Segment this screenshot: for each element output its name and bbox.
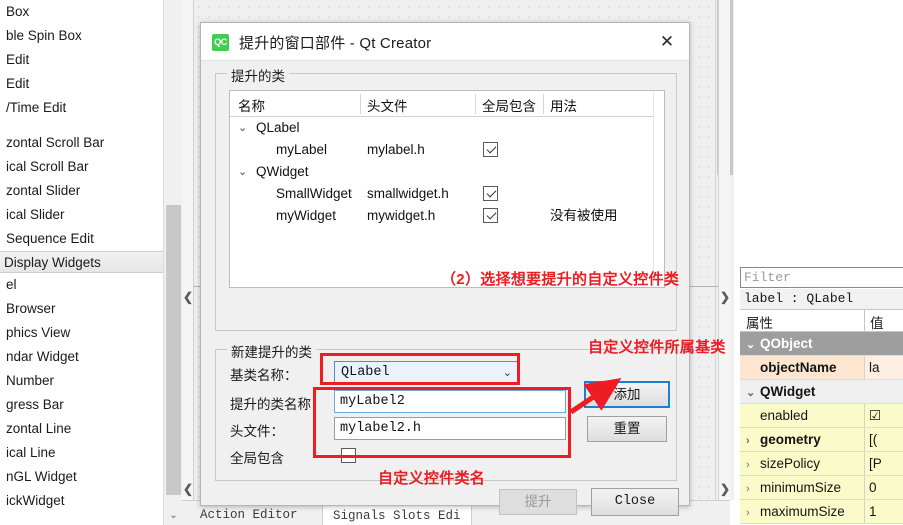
screen-root: ⌄ ⌄ › 工具提示 › ❮ ❮ ❯ ❯ Action Editor Signa… bbox=[0, 0, 903, 525]
annotation-arrow bbox=[569, 377, 622, 415]
